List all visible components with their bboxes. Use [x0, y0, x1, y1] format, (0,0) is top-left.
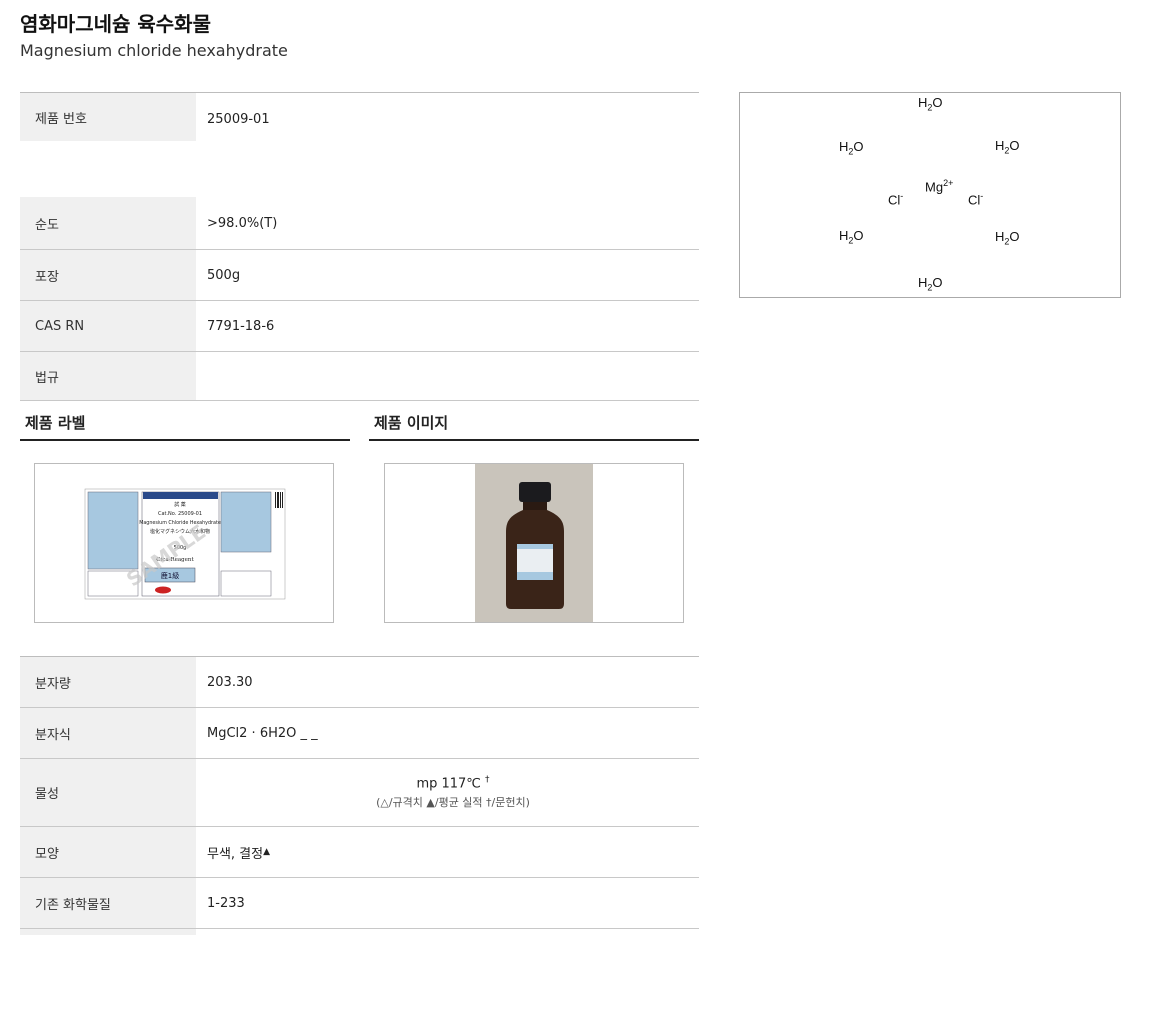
label-illustration: 試 薬 Cat.No. 25009-01 Magnesium Chloride …	[84, 488, 286, 600]
spec-row-package: 포장 500g	[20, 250, 699, 301]
spec-row-properties: 물성 mp 117℃ † (△/규격치 ▲/평균 실적 †/문헌치)	[20, 759, 699, 827]
magnesium-ion: Mg2+	[925, 178, 954, 195]
spec-value: 25009-01	[207, 111, 270, 127]
page-title: 염화마그네슘 육수화물	[20, 12, 211, 36]
spec-value: 500g	[207, 267, 241, 283]
spec-value-empty	[196, 929, 699, 935]
chloride-ion: Cl-	[888, 191, 904, 208]
spec-row-purity: 순도 >98.0%(T)	[20, 197, 699, 250]
spec-label-empty	[20, 929, 196, 935]
bottle-illustration	[475, 464, 593, 622]
prop-main: mp 117℃ †	[416, 775, 489, 791]
spec-row-mw: 분자량 203.30	[20, 657, 699, 708]
spec-value: 1-233	[207, 895, 245, 911]
spec-row-product-no: 제품 번호 25009-01	[20, 93, 699, 197]
chloride-ion: Cl-	[968, 191, 984, 208]
spec-label: 제품 번호	[20, 93, 196, 141]
page-subtitle: Magnesium chloride hexahydrate	[20, 41, 288, 60]
product-label-image[interactable]: 試 薬 Cat.No. 25009-01 Magnesium Chloride …	[34, 463, 334, 623]
water-molecule: H2O	[839, 139, 864, 157]
label-grade: 鹿1級	[161, 571, 179, 580]
spec-label: 분자량	[20, 657, 196, 707]
spec-value: 203.30	[207, 674, 253, 690]
water-molecule: H2O	[839, 228, 864, 246]
water-molecule: H2O	[918, 275, 943, 293]
spec-row-existing: 기존 화학물질 1-233	[20, 878, 699, 929]
shape-mark: ▲	[263, 847, 271, 857]
structure-diagram[interactable]: H2O H2O H2O Mg2+ Cl- Cl- H2O H2O H2O	[739, 92, 1121, 298]
spec-value: >98.0%(T)	[207, 215, 278, 231]
spec-label: 포장	[20, 250, 196, 300]
spec-row-mf: 분자식 MgCl2 · 6H2O _ _	[20, 708, 699, 759]
spec-label: 물성	[20, 759, 196, 826]
spec-value: MgCl2 · 6H2O _ _	[207, 725, 318, 741]
spec-value: 무색, 결정 ▲	[196, 827, 699, 877]
spec-row-shape: 모양 무색, 결정 ▲	[20, 827, 699, 878]
spec-table-bottom: 분자량 203.30 분자식 MgCl2 · 6H2O _ _ 물성 mp 11…	[20, 656, 699, 935]
prop-legend: (△/규격치 ▲/평균 실적 †/문헌치)	[376, 796, 530, 810]
spec-table-top: 제품 번호 25009-01 순도 >98.0%(T) 포장 500g CAS …	[20, 92, 699, 401]
water-molecule: H2O	[995, 229, 1020, 247]
water-molecule: H2O	[918, 95, 943, 113]
label-lot-text: Cat.No. 25009-01	[158, 511, 202, 517]
spec-value	[196, 352, 699, 400]
spec-value: 7791-18-6	[207, 318, 275, 334]
spec-value: mp 117℃ † (△/규격치 ▲/평균 실적 †/문헌치)	[196, 759, 699, 826]
spec-label: 분자식	[20, 708, 196, 758]
spec-label: CAS RN	[20, 301, 196, 351]
spec-row-law: 법규	[20, 352, 699, 401]
spec-label: 법규	[20, 352, 196, 400]
prop-mp: mp 117℃	[416, 776, 481, 792]
spec-label: 기존 화학물질	[20, 878, 196, 928]
product-photo[interactable]	[384, 463, 684, 623]
spec-label: 모양	[20, 827, 196, 877]
spec-label: 순도	[20, 197, 196, 249]
prop-mark: †	[485, 774, 490, 785]
shape-text: 무색, 결정	[207, 846, 264, 862]
section-title-image: 제품 이미지	[369, 404, 699, 441]
spec-row-trailing	[20, 929, 699, 935]
label-header-text: 試 薬	[174, 501, 186, 508]
spec-row-cas: CAS RN 7791-18-6	[20, 301, 699, 352]
section-title-label: 제품 라벨	[20, 404, 350, 441]
label-en-name: Magnesium Chloride Hexahydrate	[139, 520, 221, 526]
water-molecule: H2O	[995, 138, 1020, 156]
